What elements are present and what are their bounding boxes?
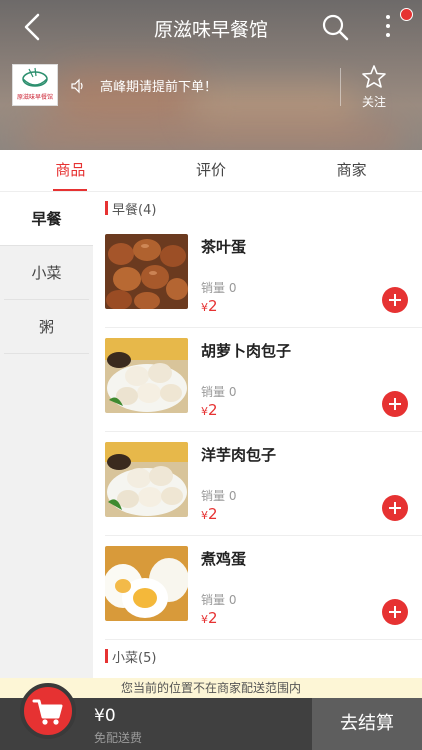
boiled-egg-image — [105, 546, 188, 621]
product-item[interactable]: 茶叶蛋 销量 0 ¥2 — [105, 224, 422, 328]
product-price: ¥2 — [201, 401, 218, 419]
add-icon[interactable] — [382, 495, 408, 521]
checkout-button[interactable]: 去结算 — [312, 698, 422, 750]
shop-header: 原滋味早餐馆 原滋味早餐馆 高峰期请提前下单！ 关注 — [0, 0, 422, 150]
product-price: ¥2 — [201, 609, 218, 627]
tab-reviews[interactable]: 评价 — [141, 150, 282, 191]
category-side-dishes[interactable]: 小菜 — [4, 246, 89, 300]
add-icon[interactable] — [382, 391, 408, 417]
product-sales: 销量 0 — [201, 489, 237, 503]
category-breakfast[interactable]: 早餐 — [0, 192, 93, 246]
product-item[interactable]: 胡萝卜肉包子 销量 0 ¥2 — [105, 328, 422, 432]
tab-bar: 商品 评价 商家 — [0, 150, 422, 192]
search-icon[interactable] — [320, 12, 350, 42]
add-icon[interactable] — [382, 287, 408, 313]
divider — [340, 68, 341, 106]
follow-button[interactable]: 关注 — [352, 64, 396, 109]
product-name: 洋芋肉包子 — [201, 446, 277, 464]
product-item[interactable]: 洋芋肉包子 销量 0 ¥2 — [105, 432, 422, 536]
tea-egg-image — [105, 234, 188, 309]
product-price: ¥2 — [201, 297, 218, 315]
product-list: 早餐(4) 茶叶蛋 销量 0 ¥2 胡萝卜肉包子 销量 0 ¥2 洋芋肉包子 销… — [93, 192, 422, 678]
product-name: 茶叶蛋 — [201, 238, 247, 256]
star-outline-icon — [362, 65, 386, 88]
product-name: 煮鸡蛋 — [201, 550, 247, 568]
product-sales: 销量 0 — [201, 281, 237, 295]
follow-label: 关注 — [361, 95, 386, 109]
product-price: ¥2 — [201, 505, 218, 523]
product-name: 胡萝卜肉包子 — [201, 342, 292, 360]
delivery-fee: 免配送费 — [94, 731, 143, 745]
product-sales: 销量 0 — [201, 593, 237, 607]
section-title: 早餐(4) — [93, 192, 422, 224]
category-sidebar: 早餐 小菜 粥 — [0, 192, 93, 678]
add-icon[interactable] — [382, 599, 408, 625]
shopping-cart-icon[interactable] — [20, 683, 76, 739]
speaker-icon — [70, 78, 86, 94]
category-porridge[interactable]: 粥 — [4, 300, 89, 354]
tab-products[interactable]: 商品 — [0, 150, 141, 191]
shop-logo: 原滋味早餐馆 — [12, 64, 58, 106]
notification-badge — [400, 8, 413, 21]
notice-text: 高峰期请提前下单！ — [100, 80, 218, 95]
logo-text: 原滋味早餐馆 — [17, 93, 53, 101]
more-vertical-icon[interactable] — [378, 10, 398, 44]
product-item[interactable]: 煮鸡蛋 销量 0 ¥2 — [105, 536, 422, 640]
page-title: 原滋味早餐馆 — [153, 19, 268, 41]
tab-merchant[interactable]: 商家 — [281, 150, 422, 191]
section-title: 小菜(5) — [93, 640, 422, 672]
product-sales: 销量 0 — [201, 385, 237, 399]
carrot-pork-bun-image — [105, 338, 188, 413]
cart-total: ¥0 — [94, 706, 116, 726]
potato-pork-bun-image — [105, 442, 188, 517]
